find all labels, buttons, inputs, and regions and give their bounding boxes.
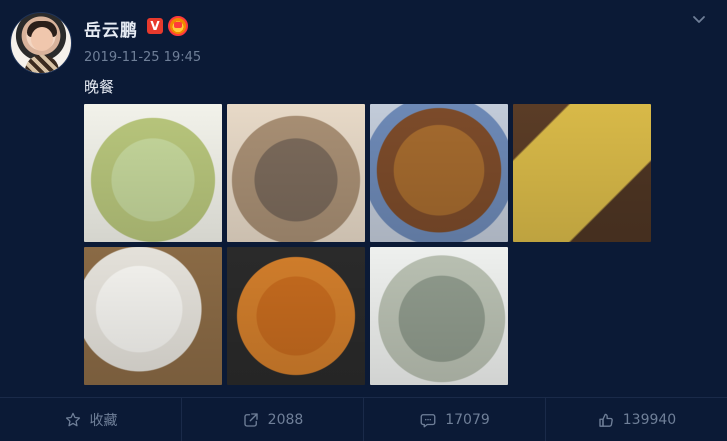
comment-icon <box>419 411 437 429</box>
favorite-label: 收藏 <box>89 412 118 429</box>
food-photo-7[interactable] <box>370 247 508 385</box>
comment-count: 17079 <box>445 411 490 428</box>
food-photo-2[interactable] <box>227 104 365 242</box>
post-actions: 收藏 2088 17079 139940 <box>0 398 727 441</box>
post-timestamp[interactable]: 2019-11-25 19:45 <box>84 50 201 65</box>
photo-shade <box>227 247 365 385</box>
share-icon <box>242 411 260 429</box>
food-photo-1[interactable] <box>84 104 222 242</box>
repost-button[interactable]: 2088 <box>182 398 364 441</box>
weibo-post-card: 岳云鹏 V 2019-11-25 19:45 晚餐 收藏 2088 17079 … <box>0 0 727 441</box>
star-icon <box>64 411 82 429</box>
photo-shade <box>370 104 508 242</box>
food-photo-5[interactable] <box>84 247 222 385</box>
photo-shade <box>513 104 651 242</box>
avatar[interactable] <box>10 12 72 74</box>
food-photo-6[interactable] <box>227 247 365 385</box>
avatar-shirt <box>25 55 59 73</box>
post-text: 晚餐 <box>84 78 115 96</box>
food-photo-4[interactable] <box>513 104 651 242</box>
comment-button[interactable]: 17079 <box>364 398 546 441</box>
avatar-face <box>31 27 53 51</box>
food-photo-3[interactable] <box>370 104 508 242</box>
thumbs-up-icon <box>597 411 615 429</box>
verified-badge: V <box>147 18 163 34</box>
like-button[interactable]: 139940 <box>546 398 727 441</box>
repost-count: 2088 <box>267 411 304 428</box>
image-grid <box>84 104 654 388</box>
photo-shade <box>370 247 508 385</box>
chevron-down-icon[interactable] <box>691 11 707 27</box>
like-count: 139940 <box>622 411 677 428</box>
photo-shade <box>84 104 222 242</box>
photo-shade <box>84 247 222 385</box>
user-name[interactable]: 岳云鹏 <box>84 16 138 41</box>
photo-shade <box>227 104 365 242</box>
favorite-button[interactable]: 收藏 <box>0 398 182 441</box>
crown-icon <box>168 16 188 36</box>
